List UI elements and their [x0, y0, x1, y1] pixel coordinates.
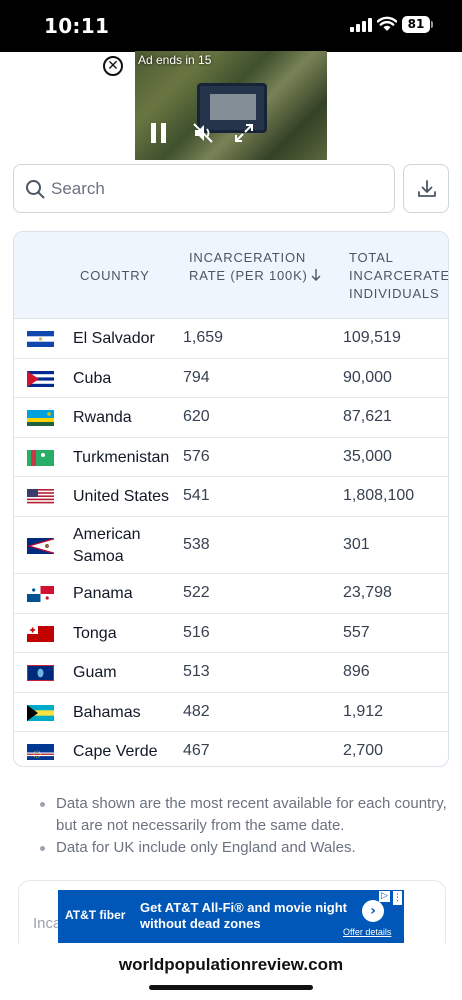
table-row[interactable]: El Salvador 1,659 109,519 [14, 319, 448, 359]
bahamas-flag [27, 704, 54, 721]
country-name: Cape Verde [73, 743, 158, 760]
cuba-flag [27, 370, 54, 387]
incarceration-rate: 516 [183, 623, 210, 641]
video-ad[interactable]: Ad ends in 15 [135, 51, 327, 160]
ad-countdown: Ad ends in 15 [138, 53, 212, 67]
ad-brand-logo: AT&T fiber [65, 908, 126, 922]
table-row[interactable]: Turkmenistan 576 35,000 [14, 438, 448, 477]
search-box[interactable] [13, 164, 395, 213]
mute-icon[interactable] [192, 122, 214, 144]
incarceration-rate: 794 [183, 368, 210, 386]
column-header-rate[interactable]: INCARCERATION RATE (PER 100K) [189, 249, 319, 285]
tonga-flag [27, 625, 54, 642]
guam-flag [27, 665, 54, 681]
status-time: 10:11 [44, 14, 110, 38]
search-input[interactable] [51, 166, 381, 211]
total-incarcerated: 1,912 [343, 702, 384, 720]
panama-flag [27, 586, 54, 602]
kebab-menu-icon[interactable]: ⋮ [393, 891, 402, 905]
country-name: Panama [73, 585, 133, 602]
table-row[interactable]: Bahamas 482 1,912 [14, 693, 448, 732]
total-incarcerated: 557 [343, 623, 370, 641]
country-name: El Salvador [73, 330, 155, 347]
incarceration-rate: 513 [183, 663, 210, 680]
download-button[interactable] [403, 164, 449, 213]
american-samoa-flag [27, 537, 54, 554]
incarceration-rate: 538 [183, 535, 210, 553]
incarceration-rate: 541 [183, 487, 210, 504]
incarceration-rate: 482 [183, 702, 210, 720]
country-name: United States [73, 488, 170, 505]
battery-indicator: 81 [402, 16, 430, 33]
table-row[interactable]: United States 541 1,808,100 [14, 477, 448, 517]
table-header: COUNTRY INCARCERATION RATE (PER 100K) TO… [14, 232, 448, 319]
browser-url-bar[interactable]: worldpopulationreview.com [0, 943, 462, 1000]
bottom-banner-ad[interactable]: AT&T fiber Get AT&T All-Fi® and movie ni… [58, 890, 404, 943]
total-incarcerated: 87,621 [343, 408, 392, 425]
total-incarcerated: 35,000 [343, 447, 392, 465]
signal-icon [350, 18, 372, 32]
ad-headline: Get AT&T All-Fi® and movie night without… [140, 900, 347, 931]
total-incarcerated: 301 [343, 535, 370, 553]
table-row[interactable]: Cape Verde 467 2,700 [14, 732, 448, 766]
home-indicator[interactable] [149, 985, 313, 990]
total-incarcerated: 1,808,100 [343, 487, 415, 504]
country-name: American Samoa [73, 525, 141, 565]
incarceration-rate: 1,659 [183, 329, 224, 346]
note-item: Data shown are the most recent available… [38, 793, 448, 837]
incarceration-rate: 576 [183, 447, 210, 465]
ad-offer-link[interactable]: Offer details [343, 927, 391, 937]
total-incarcerated: 2,700 [343, 742, 384, 759]
country-name: Guam [73, 664, 117, 681]
table-row[interactable]: Guam 513 896 [14, 653, 448, 693]
total-incarcerated: 23,798 [343, 584, 392, 601]
url-domain[interactable]: worldpopulationreview.com [0, 955, 462, 975]
country-name: Rwanda [73, 409, 132, 426]
table-row[interactable]: Panama 522 23,798 [14, 574, 448, 614]
total-incarcerated: 90,000 [343, 368, 392, 386]
table-body: El Salvador 1,659 109,519 Cuba 794 90,000 Rwan… [14, 319, 448, 766]
table-row[interactable]: Tonga 516 557 [14, 614, 448, 653]
incarceration-rate: 522 [183, 584, 210, 601]
battery-tip [431, 21, 433, 28]
notes-list: Data shown are the most recent available… [38, 793, 448, 859]
country-name: Turkmenistan [73, 448, 170, 466]
adchoices-icon[interactable]: ▷ [379, 891, 390, 902]
download-icon [418, 180, 436, 197]
country-name: Bahamas [73, 703, 141, 721]
column-header-country[interactable]: COUNTRY [80, 267, 150, 285]
status-bar: 10:11 81 [0, 0, 462, 52]
incarceration-rate: 467 [183, 742, 210, 759]
rwanda-flag [27, 410, 54, 426]
note-item: Data for UK include only England and Wal… [38, 837, 448, 859]
cape-verde-flag [27, 744, 54, 760]
pause-icon[interactable] [151, 123, 167, 143]
page: 10:11 81 Ad ends in 15 ✕ Search COUNTRY … [0, 0, 462, 1000]
fullscreen-icon[interactable] [234, 123, 254, 143]
country-name: Cuba [73, 369, 112, 387]
search-icon [26, 180, 45, 199]
el-salvador-flag [27, 331, 54, 347]
wifi-icon [377, 16, 397, 31]
table-row[interactable]: American Samoa 538 301 [14, 517, 448, 574]
country-name: Tonga [73, 624, 117, 642]
data-table: COUNTRY INCARCERATION RATE (PER 100K) TO… [13, 231, 449, 767]
incarceration-rate: 620 [183, 408, 210, 425]
united-states-flag [27, 489, 54, 505]
turkmenistan-flag [27, 449, 54, 466]
total-incarcerated: 896 [343, 663, 370, 680]
column-header-total[interactable]: TOTAL INCARCERATED INDIVIDUALS [349, 249, 448, 303]
table-row[interactable]: Rwanda 620 87,621 [14, 398, 448, 438]
table-row[interactable]: Cuba 794 90,000 [14, 359, 448, 398]
sort-descending-icon[interactable] [310, 268, 322, 282]
close-icon[interactable]: ✕ [103, 56, 123, 76]
chevron-right-icon[interactable]: › [362, 900, 384, 922]
total-incarcerated: 109,519 [343, 329, 401, 346]
